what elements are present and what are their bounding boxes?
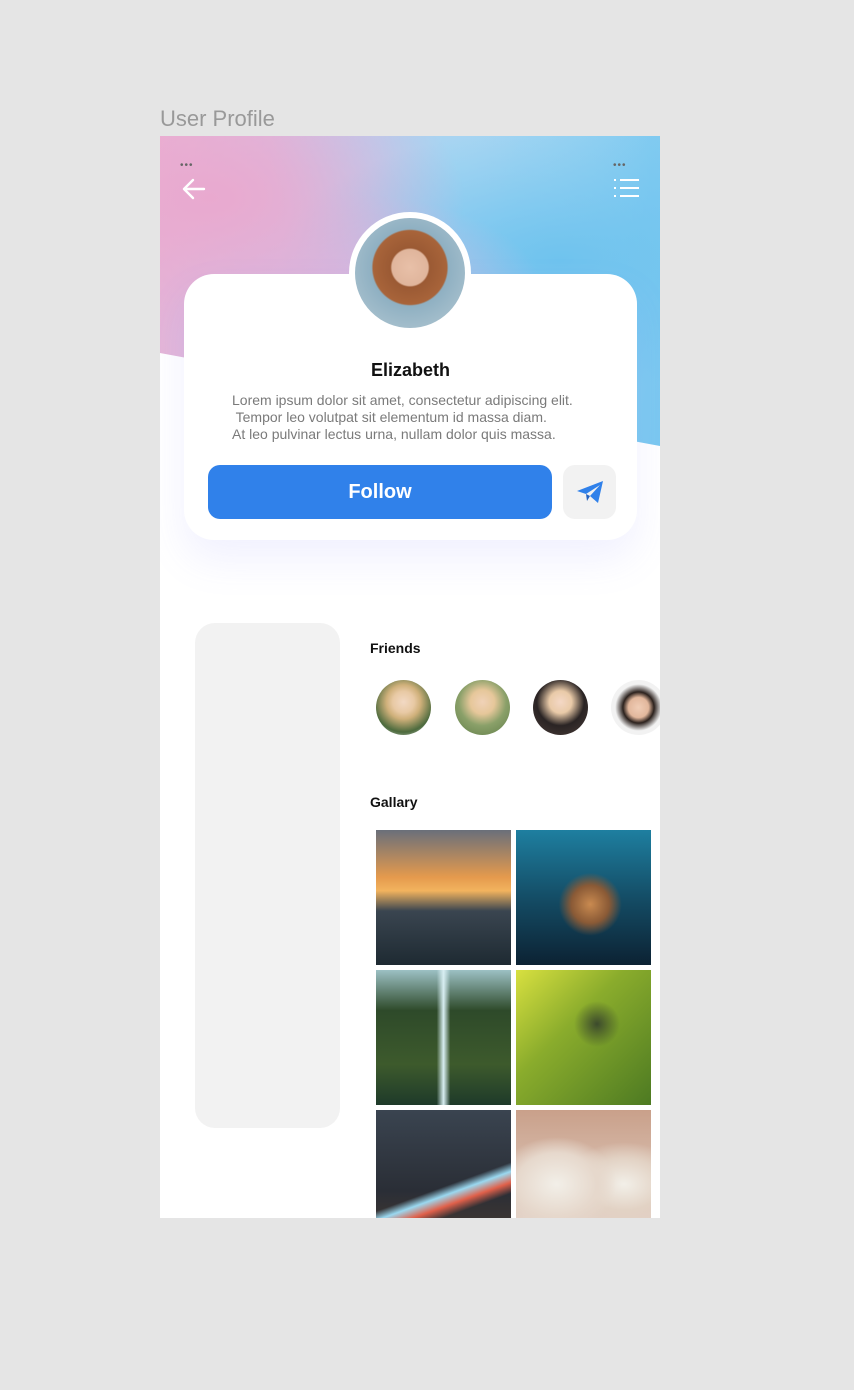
gallery-title: Gallary (370, 794, 418, 810)
profile-description: Lorem ipsum dolor sit amet, consectetur … (232, 392, 573, 442)
friends-title: Friends (370, 640, 421, 656)
page-title: User Profile (160, 106, 275, 131)
send-message-button[interactable] (563, 465, 616, 519)
friend-avatar[interactable] (455, 680, 510, 735)
friend-avatar[interactable] (533, 680, 588, 735)
profile-name: Elizabeth (370, 360, 450, 380)
gallery-photo-hummingbird[interactable] (516, 970, 651, 1105)
side-panel (195, 623, 340, 1128)
gallery-photo-sunset[interactable] (376, 830, 511, 965)
profile-screen: ••• ••• Elizabeth Lorem ipsum dolor sit … (160, 136, 660, 1218)
menu-list-icon[interactable] (614, 178, 640, 203)
gallery-photo-waterfall[interactable] (376, 970, 511, 1105)
paper-plane-icon (576, 481, 603, 503)
friend-avatar[interactable] (611, 680, 660, 735)
profile-avatar (349, 212, 471, 334)
gallery-photo-jellyfish[interactable] (516, 830, 651, 965)
status-dots-right: ••• (613, 160, 627, 171)
follow-button[interactable]: Follow (208, 465, 552, 519)
friend-avatar[interactable] (376, 680, 431, 735)
back-arrow-icon[interactable] (182, 178, 206, 205)
gallery-photo-light-trails[interactable] (376, 1110, 511, 1218)
gallery-photo-horses[interactable] (516, 1110, 651, 1218)
status-dots-left: ••• (180, 160, 194, 171)
